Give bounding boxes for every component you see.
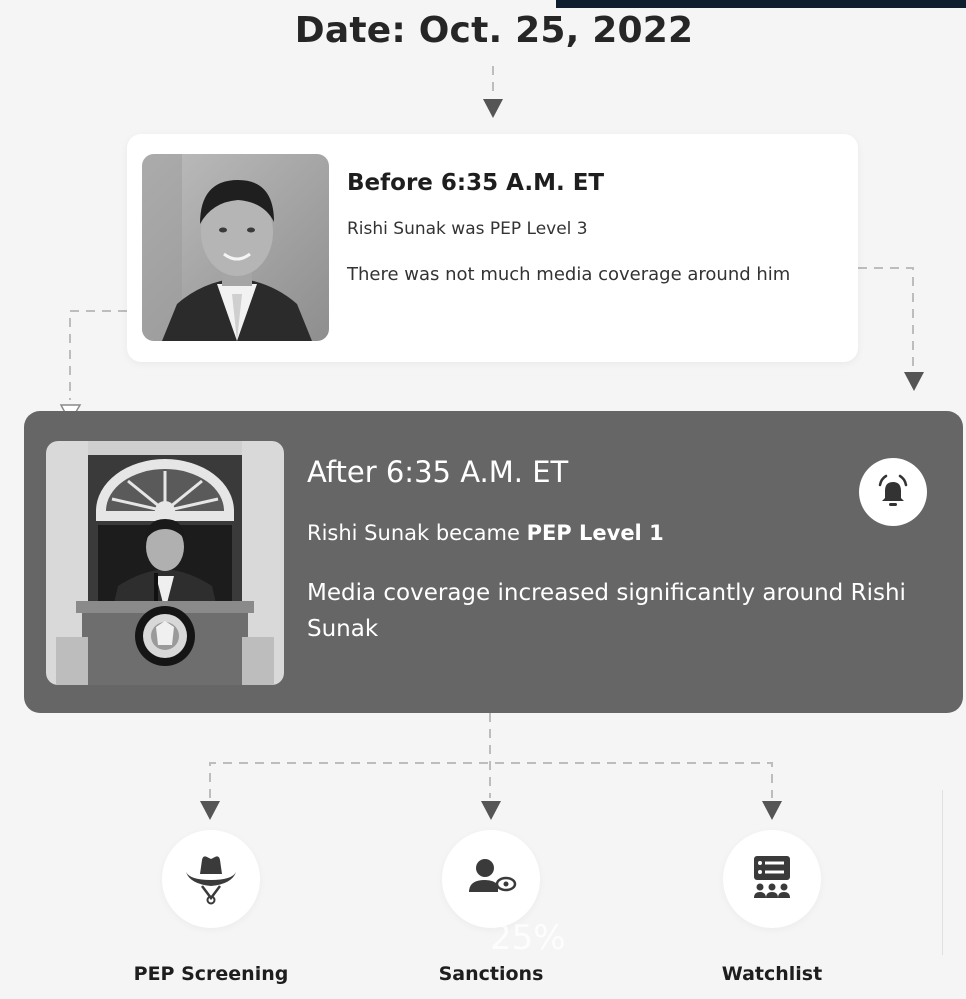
arrow-pep — [200, 801, 220, 820]
alert-button[interactable] — [859, 458, 927, 526]
arrow-sanctions — [481, 801, 501, 820]
connector-right — [858, 267, 914, 366]
portrait-photo — [142, 154, 329, 341]
before-media-coverage: There was not much media coverage around… — [347, 264, 791, 285]
watchlist-icon-circle — [723, 830, 821, 928]
ghost-percentage: 25% — [490, 918, 566, 958]
pep-screening-label: PEP Screening — [133, 963, 289, 985]
person-eye-icon — [469, 859, 517, 892]
cowboy-hat-icon — [186, 856, 236, 905]
watchlist-icon — [754, 856, 790, 898]
before-pep-status: Rishi Sunak was PEP Level 3 — [347, 219, 588, 239]
bell-icon — [878, 474, 908, 506]
after-pep-prefix: Rishi Sunak became — [307, 521, 527, 545]
after-media-coverage: Media coverage increased significantly a… — [307, 580, 906, 642]
sanctions-icon-circle — [442, 830, 540, 928]
after-card: After 6:35 A.M. ET Rishi Sunak became PE… — [24, 411, 963, 713]
connector-left — [69, 310, 127, 400]
arrow-right — [904, 372, 924, 391]
arrow-watchlist — [762, 801, 782, 820]
after-pep-level: PEP Level 1 — [526, 521, 664, 545]
after-title: After 6:35 A.M. ET — [307, 455, 569, 489]
podium-photo — [46, 441, 284, 685]
before-title: Before 6:35 A.M. ET — [347, 170, 605, 196]
before-card: Before 6:35 A.M. ET Rishi Sunak was PEP … — [127, 134, 858, 362]
sanctions-label: Sanctions — [438, 963, 544, 985]
arrow-date — [483, 99, 503, 118]
watchlist-label: Watchlist — [721, 963, 823, 985]
edge-divider — [942, 790, 943, 955]
pep-screening-icon-circle — [162, 830, 260, 928]
after-pep-status: Rishi Sunak became PEP Level 1 — [307, 521, 664, 545]
